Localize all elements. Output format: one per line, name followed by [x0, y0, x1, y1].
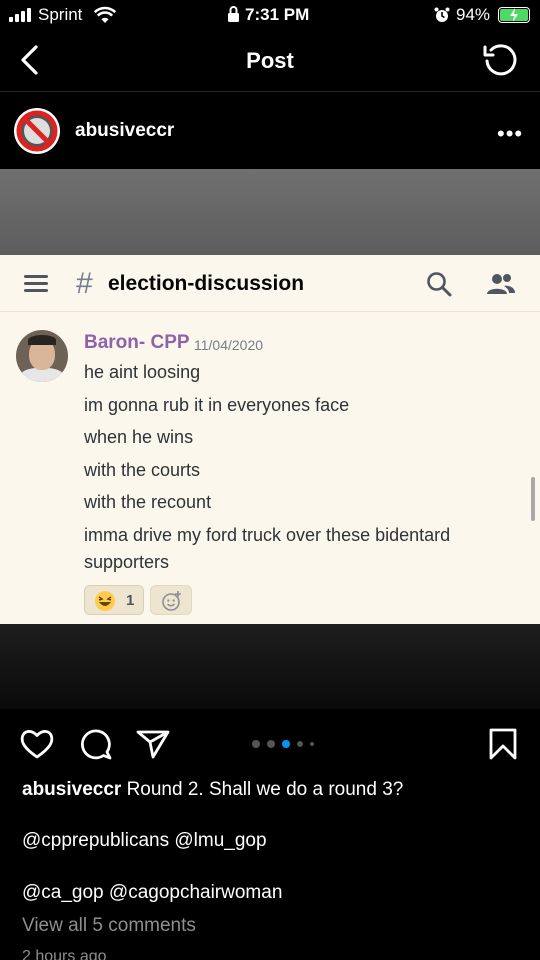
- more-options-button[interactable]: •••: [497, 121, 523, 147]
- post-caption: abusiveccr Round 2. Shall we do a round …: [22, 778, 522, 802]
- message-line: im gonna rub it in everyones face: [84, 394, 350, 415]
- author-avatar[interactable]: [14, 108, 60, 154]
- like-button[interactable]: [20, 728, 54, 765]
- bookmark-icon: [489, 728, 517, 760]
- caption-mentions-line-2[interactable]: @ca_gop @cagopchairwoman: [22, 882, 282, 904]
- clock-time: 7:31 PM: [245, 5, 310, 24]
- signal-strength-icon: [9, 8, 35, 22]
- members-icon: [486, 272, 516, 301]
- refresh-icon: [483, 44, 517, 76]
- post-author-row: abusiveccr •••: [0, 93, 540, 169]
- reaction-count: 1: [126, 592, 135, 609]
- paper-plane-icon: [136, 730, 170, 759]
- comment-bubble-icon: [80, 729, 112, 760]
- no-symbol-avatar-icon: [16, 110, 58, 152]
- message-lines: he aint loosing im gonna rub it in every…: [84, 359, 524, 581]
- status-bar: Sprint 7:31 PM 94%: [0, 0, 540, 30]
- message-date: 11/04/2020: [194, 337, 264, 353]
- carousel-dot: [310, 742, 314, 746]
- channel-hash-icon: #: [76, 267, 93, 300]
- heart-icon: [20, 730, 54, 759]
- search-icon: [426, 271, 452, 302]
- carrier-name: Sprint: [38, 5, 83, 24]
- image-top-band: [0, 169, 540, 255]
- alarm-icon: [434, 7, 450, 28]
- carousel-dot: [267, 740, 275, 748]
- refresh-button[interactable]: [482, 42, 518, 83]
- chat-channel-header: # election-discussion: [0, 255, 540, 312]
- caption-text: Round 2. Shall we do a round 3?: [121, 779, 404, 800]
- message-author-avatar: [16, 330, 68, 382]
- carousel-dot: [297, 741, 303, 747]
- caption-username[interactable]: abusiveccr: [22, 779, 121, 800]
- chat-screenshot: # election-discussion Baron- CPP 11/04/2…: [0, 255, 540, 624]
- battery-percent: 94%: [456, 5, 491, 24]
- chat-scrollbar: [531, 477, 535, 521]
- message-author: Baron- CPP: [84, 332, 190, 353]
- carousel-indicator: [252, 740, 322, 750]
- author-username[interactable]: abusiveccr: [75, 120, 174, 142]
- comment-button[interactable]: [80, 728, 112, 765]
- post-header: Post: [0, 30, 540, 92]
- reaction-badge: 1: [84, 585, 144, 615]
- carousel-dot: [282, 740, 290, 748]
- post-timestamp: 2 hours ago: [22, 948, 107, 960]
- share-button[interactable]: [136, 728, 170, 765]
- save-button[interactable]: [489, 728, 517, 765]
- view-comments-link[interactable]: View all 5 comments: [22, 915, 196, 937]
- message-line: when he wins: [84, 427, 194, 447]
- post-image[interactable]: # election-discussion Baron- CPP 11/04/2…: [0, 169, 540, 709]
- page-title: Post: [246, 48, 294, 73]
- message-line: with the courts: [84, 459, 201, 480]
- laughing-face-icon: [94, 590, 116, 617]
- caption-mentions-line-1[interactable]: @cpprepublicans @lmu_gop: [22, 830, 267, 852]
- add-reaction-icon: [150, 585, 192, 615]
- message-line: he aint loosing: [84, 362, 201, 382]
- message-line: imma drive my ford truck over these bide…: [84, 524, 451, 572]
- message-line: with the recount: [84, 492, 212, 512]
- image-bottom-band: [0, 624, 540, 709]
- menu-icon: [24, 275, 48, 293]
- battery-charging-icon: [498, 7, 530, 23]
- wifi-icon: [93, 6, 117, 29]
- post-actions: [0, 718, 540, 772]
- channel-name: election-discussion: [108, 272, 305, 295]
- lock-icon: [227, 5, 240, 28]
- carousel-dot: [252, 740, 260, 748]
